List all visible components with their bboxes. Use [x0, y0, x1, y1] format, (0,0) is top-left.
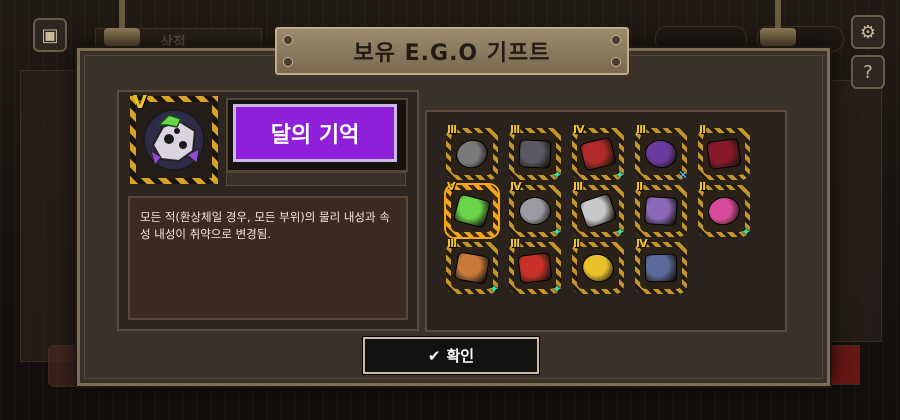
- cross-badge-icon: ✕: [677, 168, 689, 182]
- gift-grade: IV: [510, 180, 522, 193]
- gift-slot-image: [703, 133, 745, 175]
- sparkle-badge-icon: ✦: [614, 168, 626, 182]
- gift-slot[interactable]: III ✦: [509, 237, 563, 296]
- check-icon: ✔: [427, 346, 441, 365]
- gear-icon: ⚙: [859, 21, 877, 43]
- bolt-icon: [283, 35, 293, 45]
- gift-slot[interactable]: II: [635, 180, 687, 237]
- gift-slot-image: [514, 133, 556, 175]
- sparkle-badge-icon: ✦: [740, 225, 752, 239]
- inventory-button[interactable]: ▣: [33, 18, 67, 52]
- gift-grade: II: [573, 237, 580, 250]
- gift-slot-image: [640, 133, 682, 175]
- bolt-icon: [283, 57, 293, 67]
- moon-memory-icon: [143, 109, 205, 171]
- gift-slot[interactable]: III ✦: [572, 180, 626, 239]
- bg-knob-right: [760, 28, 796, 46]
- gift-slot-image: [451, 247, 493, 289]
- gift-slot-image: [577, 190, 619, 232]
- sparkle-badge-icon: ✦: [551, 168, 563, 182]
- gift-slot-image: [640, 190, 682, 232]
- gift-grade: IV: [573, 123, 585, 136]
- bolt-icon: [611, 57, 621, 67]
- purple-card-icon: [645, 196, 677, 226]
- gift-slot[interactable]: III ✦: [509, 123, 563, 182]
- modal-title: 보유 E.G.O 기프트: [353, 41, 551, 66]
- gift-slot-image: [703, 190, 745, 232]
- sparkle-badge-icon: ✦: [488, 282, 500, 296]
- red-wheel-icon: [580, 137, 616, 171]
- gift-slot-image: [514, 190, 556, 232]
- gift-slot[interactable]: III: [446, 123, 498, 180]
- bg-chain-left: [119, 0, 125, 30]
- selected-gift-image: [136, 102, 212, 178]
- armor-shard-icon: [453, 136, 491, 172]
- gift-slot[interactable]: IV: [635, 237, 687, 294]
- gift-slot[interactable]: IV ✦: [509, 180, 563, 239]
- confirm-button[interactable]: ✔ 확인: [363, 337, 539, 374]
- gift-grade: II: [699, 123, 706, 136]
- confirm-label: 확인: [446, 347, 475, 365]
- bg-chain-right: [775, 0, 781, 30]
- gift-name: 달의 기억: [233, 104, 397, 162]
- gift-slot[interactable]: II: [698, 123, 750, 180]
- gift-grade: III: [510, 237, 520, 250]
- gift-slot[interactable]: II: [572, 237, 624, 294]
- dark-scythe-icon: [707, 139, 741, 169]
- box-icon: ▣: [41, 24, 59, 46]
- gift-slot[interactable]: III ✕: [635, 123, 689, 182]
- help-button[interactable]: ?: [851, 55, 885, 89]
- settings-button[interactable]: ⚙: [851, 15, 885, 49]
- gift-grade: III: [510, 123, 520, 136]
- gift-description-box: 모든 적(환상체일 경우, 모든 부위)의 물리 내성과 속성 내성이 취약으로…: [128, 196, 408, 320]
- gift-grade: II: [699, 180, 706, 193]
- sparkle-badge-icon: ✦: [551, 282, 563, 296]
- gift-slot[interactable]: IV ✦: [572, 123, 626, 182]
- selected-gift-frame: V: [130, 92, 218, 184]
- gift-grade: III: [447, 123, 457, 136]
- moon-memory-icon: [454, 194, 490, 228]
- gift-slot[interactable]: II ✦: [698, 180, 752, 239]
- gift-slot-image: [514, 247, 556, 289]
- gift-grade: V: [447, 180, 455, 193]
- bg-left-wall: [20, 70, 77, 362]
- gift-grade: II: [636, 180, 643, 193]
- gift-slot-image: [577, 247, 619, 289]
- blades-icon: [519, 197, 551, 225]
- bg-right-wall: [828, 80, 882, 342]
- pink-box-icon: [706, 194, 742, 228]
- purple-weapon-icon: [644, 138, 678, 170]
- gift-slot-image: [577, 133, 619, 175]
- crossbow-icon: [519, 140, 551, 168]
- gold-coin-icon: [579, 251, 617, 285]
- gift-slot[interactable]: III ✦: [446, 237, 500, 296]
- photo-icon: [645, 254, 677, 282]
- bg-knob-left: [104, 28, 140, 46]
- sword-ring-icon: [579, 193, 617, 229]
- gift-description: 모든 적(환상체일 경우, 모든 부위)의 물리 내성과 속성 내성이 취약으로…: [140, 210, 390, 241]
- question-icon: ?: [863, 61, 873, 83]
- gift-grade: IV: [636, 237, 648, 250]
- sparkle-badge-icon: ✦: [614, 225, 626, 239]
- gift-slot-image: [451, 190, 493, 232]
- selected-gift-grade: V: [133, 92, 147, 113]
- gift-grade: III: [447, 237, 457, 250]
- bread-icon: [454, 252, 490, 284]
- gift-slot[interactable]: V: [446, 180, 498, 237]
- gift-grade: III: [573, 180, 583, 193]
- gift-name-plate: 달의 기억: [226, 98, 408, 172]
- bolt-icon: [611, 35, 621, 45]
- gift-slot-image: [451, 133, 493, 175]
- gift-slot-image: [640, 247, 682, 289]
- gift-grade: III: [636, 123, 646, 136]
- gift-name-underbar: [226, 172, 406, 186]
- red-bowl-icon: [518, 253, 552, 283]
- modal-title-plate: 보유 E.G.O 기프트: [275, 27, 629, 75]
- sparkle-badge-icon: ✦: [551, 225, 563, 239]
